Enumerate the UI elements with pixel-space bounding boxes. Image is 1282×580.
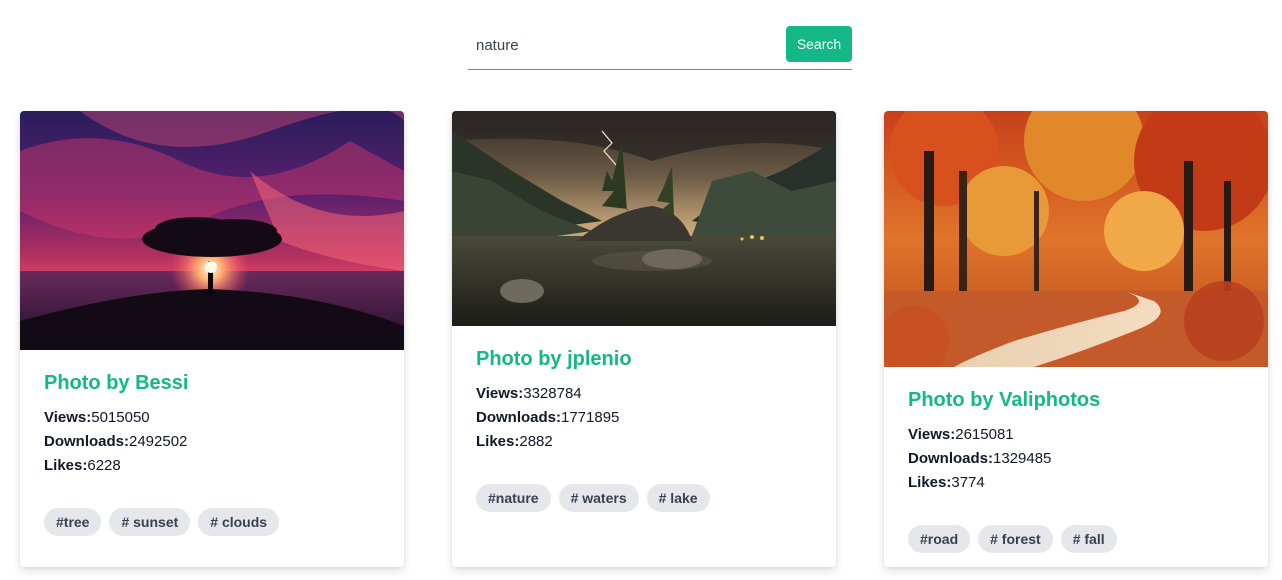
likes-stat: Likes:3774: [908, 471, 1244, 495]
card-title: Photo by Bessi: [44, 372, 189, 394]
views-value: 3328784: [523, 385, 582, 402]
views-stat: Views:2615081: [908, 423, 1244, 447]
likes-stat: Likes:6228: [44, 454, 380, 478]
downloads-value: 1329485: [993, 450, 1052, 467]
likes-label: Likes:: [44, 457, 88, 474]
image-card: Photo by jplenio Views:3328784 Downloads…: [452, 111, 836, 567]
card-title: Photo by jplenio: [476, 348, 632, 370]
downloads-label: Downloads:: [44, 433, 129, 450]
tag: # waters: [558, 484, 639, 512]
tag: # forest: [978, 525, 1053, 553]
views-stat: Views:5015050: [44, 406, 380, 430]
tag-list: #tree # sunset # clouds: [44, 508, 380, 536]
downloads-stat: Downloads:1771895: [476, 406, 812, 430]
tag: # clouds: [198, 508, 280, 536]
card-body: Photo by Valiphotos Views:2615081 Downlo…: [884, 367, 1268, 553]
downloads-value: 1771895: [561, 409, 620, 426]
tag: # sunset: [109, 508, 191, 536]
likes-label: Likes:: [908, 474, 952, 491]
likes-value: 2882: [519, 433, 553, 450]
image-card: Photo by Valiphotos Views:2615081 Downlo…: [884, 111, 1268, 567]
downloads-stat: Downloads:1329485: [908, 447, 1244, 471]
card-body: Photo by Bessi Views:5015050 Downloads:2…: [20, 350, 404, 536]
downloads-stat: Downloads:2492502: [44, 430, 380, 454]
downloads-label: Downloads:: [476, 409, 561, 426]
tag: #nature: [476, 484, 551, 512]
tag-list: #nature # waters # lake: [476, 484, 812, 512]
likes-value: 3774: [951, 474, 985, 491]
views-value: 5015050: [91, 409, 150, 426]
card-body: Photo by jplenio Views:3328784 Downloads…: [452, 326, 836, 512]
tag: #road: [908, 525, 971, 553]
tag: # lake: [646, 484, 710, 512]
views-value: 2615081: [955, 426, 1014, 443]
views-label: Views:: [44, 409, 92, 426]
tag: # fall: [1060, 525, 1117, 553]
card-title: Photo by Valiphotos: [908, 389, 1101, 411]
search-form: Search: [468, 24, 852, 70]
views-label: Views:: [908, 426, 956, 443]
tag: #tree: [44, 508, 102, 536]
autumn-road-photo: [884, 111, 1268, 367]
views-label: Views:: [476, 385, 524, 402]
downloads-value: 2492502: [129, 433, 188, 450]
search-input[interactable]: [468, 26, 778, 64]
likes-stat: Likes:2882: [476, 430, 812, 454]
likes-value: 6228: [87, 457, 121, 474]
likes-label: Likes:: [476, 433, 520, 450]
lake-mountains-photo: [452, 111, 836, 326]
tag-list: #road # forest # fall: [908, 525, 1244, 553]
sunset-tree-photo: [20, 111, 404, 350]
search-button[interactable]: Search: [786, 26, 852, 62]
views-stat: Views:3328784: [476, 382, 812, 406]
image-card: Photo by Bessi Views:5015050 Downloads:2…: [20, 111, 404, 567]
downloads-label: Downloads:: [908, 450, 993, 467]
